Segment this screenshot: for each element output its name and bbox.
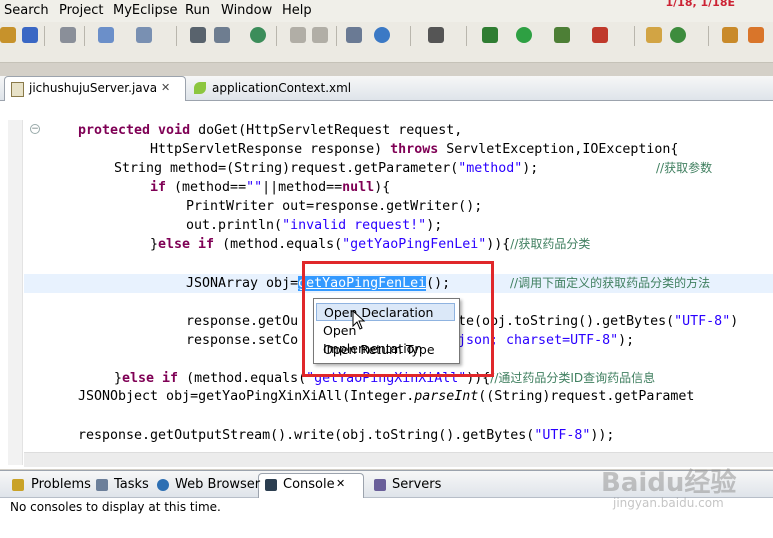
code-line: out.println("invalid request!"); [186, 218, 443, 233]
open-declaration-popup: Open Declaration Open Implementation Ope… [313, 298, 460, 364]
tasks-icon [96, 479, 108, 491]
menu-item-open-implementation[interactable]: Open Implementation [316, 322, 455, 356]
menu-item-open-return-type[interactable]: Open Return Type [316, 341, 455, 359]
tab-servers[interactable]: Servers [392, 477, 441, 492]
code-line: String method=(String)request.getParamet… [114, 161, 539, 176]
code-line: te(obj.toString().getBytes("UTF-8") [458, 314, 739, 329]
menu-item-open-declaration[interactable]: Open Declaration [316, 303, 455, 321]
close-icon[interactable]: ✕ [336, 477, 345, 490]
tab-console[interactable]: Console [283, 477, 335, 492]
code-line: protected void doGet(HttpServletRequest … [78, 123, 463, 138]
code-comment: //调用下面定义的获取药品分类的方法 [510, 276, 711, 290]
code-line: response.getOu [186, 314, 299, 329]
globe-icon [157, 479, 169, 491]
console-icon [265, 479, 277, 491]
code-line: PrintWriter out=response.getWriter(); [186, 199, 483, 214]
console-message: No consoles to display at this time. [10, 500, 221, 514]
code-line: JSONObject obj=getYaoPingXinXiAll(Intege… [78, 389, 695, 404]
mouse-cursor-icon [352, 310, 366, 330]
servers-icon [374, 479, 386, 491]
code-line: if (method==""||method==null){ [150, 180, 391, 195]
tab-web-browser[interactable]: Web Browser [175, 477, 260, 492]
baidu-watermark: Baidu经验 jingyan.baidu.com [569, 458, 749, 518]
watermark-url: jingyan.baidu.com [613, 496, 724, 510]
code-comment: //获取参数 [656, 161, 713, 175]
code-line: }else if (method.equals("getYaoPingFenLe… [150, 237, 591, 252]
tab-tasks[interactable]: Tasks [114, 477, 149, 492]
watermark-brand: Baidu经验 [601, 468, 737, 498]
code-line: response.setCo [186, 333, 299, 348]
problems-icon [12, 479, 24, 491]
tab-problems[interactable]: Problems [31, 477, 91, 492]
code-line: response.getOutputStream().write(obj.toS… [78, 428, 615, 443]
code-line: HttpServletResponse response) throws Ser… [150, 142, 679, 157]
